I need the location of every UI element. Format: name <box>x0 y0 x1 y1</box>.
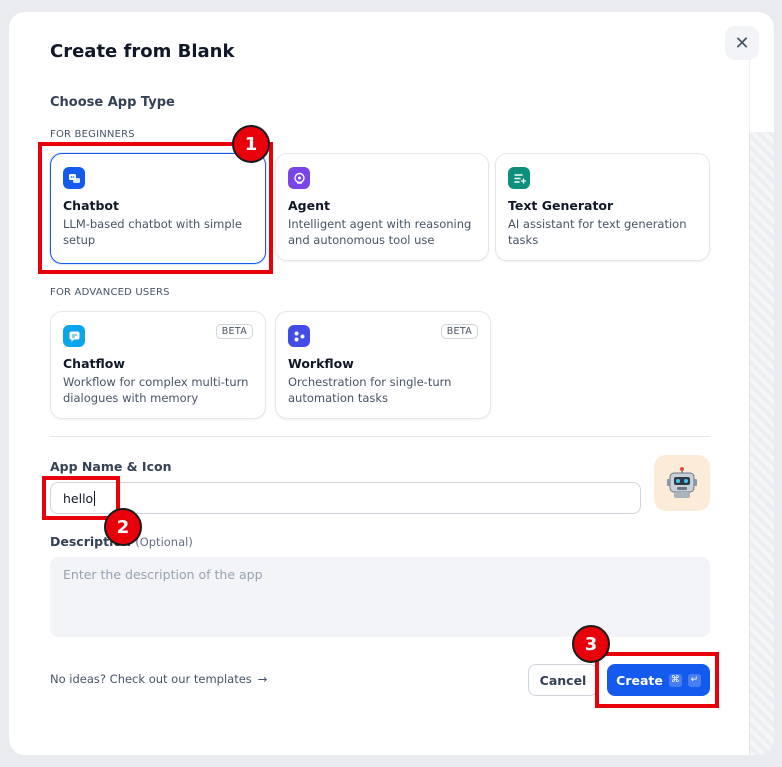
templates-link[interactable]: No ideas? Check out our templates → <box>50 672 267 686</box>
enter-key-icon: ↵ <box>687 673 701 687</box>
create-label: Create <box>616 672 663 688</box>
workflow-icon <box>288 325 310 347</box>
optional-hint: (Optional) <box>135 535 193 549</box>
advanced-label: FOR ADVANCED USERS <box>50 287 170 298</box>
app-type-card-text-generator[interactable]: Text Generator AI assistant for text gen… <box>495 153 710 261</box>
beta-badge: BETA <box>215 324 253 339</box>
app-type-card-chatbot[interactable]: Chatbot LLM-based chatbot with simple se… <box>50 153 266 264</box>
command-key-icon: ⌘ <box>668 673 682 687</box>
app-name-label: App Name & Icon <box>50 459 172 474</box>
card-description: Workflow for complex multi-turn dialogue… <box>63 375 249 405</box>
app-type-card-agent[interactable]: Agent Intelligent agent with reasoning a… <box>275 153 489 261</box>
card-title: Workflow <box>288 356 354 371</box>
card-description: LLM-based chatbot with simple setup <box>63 217 242 247</box>
text-caret <box>94 490 96 506</box>
section-divider <box>50 436 710 437</box>
step-marker-2: 2 <box>104 508 142 546</box>
close-button[interactable]: ✕ <box>725 26 759 60</box>
step-marker-3: 3 <box>572 625 610 663</box>
arrow-right-icon: → <box>257 672 268 686</box>
app-icon-picker[interactable] <box>654 455 710 511</box>
app-type-card-chatflow[interactable]: BETA Chatflow Workflow for complex multi… <box>50 311 266 419</box>
card-title: Chatflow <box>63 356 125 371</box>
app-type-card-workflow[interactable]: BETA Workflow Orchestration for single-t… <box>275 311 491 419</box>
robot-icon <box>667 467 697 498</box>
step-marker-1: 1 <box>232 125 270 163</box>
dialog-title: Create from Blank <box>50 41 235 62</box>
card-title: Agent <box>288 198 330 213</box>
create-button[interactable]: Create ⌘ ↵ <box>607 664 710 696</box>
chatbot-icon <box>63 167 85 189</box>
card-description: Intelligent agent with reasoning and aut… <box>288 217 472 247</box>
beginners-label: FOR BEGINNERS <box>50 129 135 140</box>
beta-badge: BETA <box>440 324 478 339</box>
app-type-heading: Choose App Type <box>50 95 175 110</box>
app-name-input[interactable]: hello <box>50 482 641 514</box>
app-name-value: hello <box>63 490 94 506</box>
card-description: Orchestration for single-turn automation… <box>288 375 452 405</box>
templates-link-text: No ideas? Check out our templates <box>50 672 252 686</box>
chatflow-icon <box>63 325 85 347</box>
create-app-dialog: ✕ Create from Blank Choose App Type FOR … <box>9 12 774 755</box>
card-title: Text Generator <box>508 198 614 213</box>
description-textarea[interactable]: Enter the description of the app <box>50 557 710 637</box>
close-icon: ✕ <box>734 32 750 54</box>
card-description: AI assistant for text generation tasks <box>508 217 687 247</box>
background-preview-strip <box>749 132 774 755</box>
text-generator-icon <box>508 167 530 189</box>
description-placeholder: Enter the description of the app <box>63 567 263 582</box>
card-title: Chatbot <box>63 198 119 213</box>
cancel-button[interactable]: Cancel <box>528 664 598 696</box>
agent-icon <box>288 167 310 189</box>
